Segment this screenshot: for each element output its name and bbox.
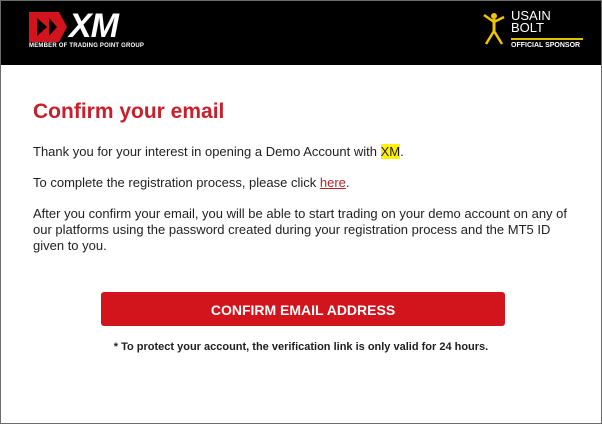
intro-text-end: . bbox=[400, 144, 404, 159]
email-header: XM MEMBER OF TRADING POINT GROUP USAIN B… bbox=[1, 1, 601, 65]
xm-logo-mark-icon bbox=[29, 12, 67, 42]
here-link[interactable]: here bbox=[320, 175, 346, 190]
sponsor-name-line2: BOLT bbox=[511, 20, 544, 35]
sponsor-divider bbox=[511, 38, 583, 40]
email-title: Confirm your email bbox=[33, 100, 225, 123]
xm-tagline: MEMBER OF TRADING POINT GROUP bbox=[29, 43, 145, 49]
validity-note: * To protect your account, the verificat… bbox=[113, 341, 489, 353]
lightning-pose-icon bbox=[483, 13, 505, 45]
sponsor-logo: USAIN BOLT OFFICIAL SPONSOR bbox=[481, 9, 591, 58]
instruction-paragraph: To complete the registration process, pl… bbox=[33, 175, 578, 191]
xm-logo: XM MEMBER OF TRADING POINT GROUP bbox=[29, 7, 159, 54]
sponsor-name: USAIN BOLT bbox=[511, 9, 551, 35]
brand-highlight: XM bbox=[380, 144, 401, 159]
sponsor-label: OFFICIAL SPONSOR bbox=[511, 42, 581, 49]
intro-paragraph: Thank you for your interest in opening a… bbox=[33, 144, 578, 160]
confirm-email-button[interactable]: CONFIRM EMAIL ADDRESS bbox=[101, 292, 505, 326]
details-paragraph: After you confirm your email, you will b… bbox=[33, 206, 567, 253]
instruction-text: To complete the registration process, pl… bbox=[33, 175, 320, 190]
intro-text: Thank you for your interest in opening a… bbox=[33, 144, 381, 159]
email-frame: XM MEMBER OF TRADING POINT GROUP USAIN B… bbox=[0, 0, 602, 424]
instruction-text-end: . bbox=[345, 175, 350, 190]
xm-logo-text: XM bbox=[69, 7, 119, 45]
